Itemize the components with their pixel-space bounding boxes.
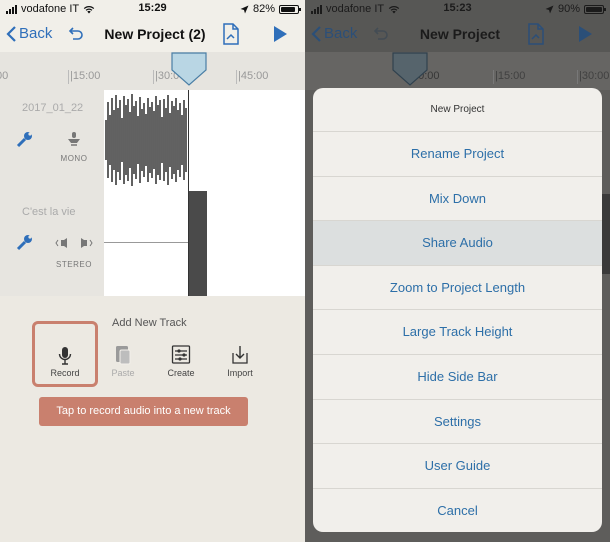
add-track-panel: Add New Track Record Paste Create Import… [0,296,305,542]
settings-button[interactable]: Settings [313,400,602,445]
project-title: New Project (2) [104,26,206,42]
track-name: C'est la vie [22,206,76,218]
battery-icon [279,4,301,14]
waveform-clip[interactable] [104,90,188,190]
stereo-speaker-icon[interactable] [54,237,94,249]
paste-icon [116,346,131,365]
empty-lane-line [104,242,188,243]
ruler-tick: |45:00 [235,70,269,84]
hide-side-bar-button[interactable]: Hide Side Bar [313,355,602,400]
mono-speaker-icon[interactable] [66,131,82,148]
import-label: Import [227,368,253,378]
large-track-height-button[interactable]: Large Track Height [313,310,602,355]
track-name: 2017_01_22 [22,102,84,114]
record-button[interactable]: Record [35,336,95,378]
project-action-sheet: New Project Rename Project Mix Down Shar… [313,88,602,532]
battery-percent: 82% [252,3,275,15]
export-document-icon [223,23,239,45]
back-label: Back [19,25,53,42]
track-header-1[interactable]: 2017_01_22 MONO [0,90,104,191]
paste-label: Paste [111,368,135,378]
wrench-icon[interactable] [16,130,34,148]
user-guide-button[interactable]: User Guide [313,444,602,489]
create-icon [171,345,191,364]
track-area: 2017_01_22 MONO C'est la vie STEREO [0,90,305,296]
mic-icon [58,347,72,365]
status-bar: vodafone IT 15:29 82% [0,0,305,18]
play-button[interactable] [274,26,287,42]
right-screen: vodafone IT 15:23 90% Back New Project 0… [305,0,610,542]
undo-icon [68,27,83,40]
mix-down-button[interactable]: Mix Down [313,177,602,222]
ruler-tick: |15:00 [67,70,101,84]
chevron-left-icon [6,25,16,42]
ruler-tick: 00 [0,70,8,82]
zoom-to-project-length-button[interactable]: Zoom to Project Length [313,266,602,311]
rename-project-button[interactable]: Rename Project [313,132,602,177]
back-button[interactable]: Back [6,25,52,42]
cancel-button[interactable]: Cancel [313,489,602,532]
track-mode: MONO [60,154,88,163]
battery-fill [281,6,295,12]
undo-button[interactable] [68,25,84,46]
create-label: Create [167,368,195,378]
playhead-line [188,90,189,296]
track-mode: STEREO [56,260,92,269]
add-track-title: Add New Track [112,317,187,329]
timeline-ruler[interactable]: 00 |15:00 |30:00 |45:00 [0,52,305,90]
export-button[interactable] [222,23,240,50]
record-tooltip: Tap to record audio into a new track [39,397,248,426]
record-label: Record [50,368,80,378]
track-header-2[interactable]: C'est la vie STEREO [0,191,104,296]
paste-button[interactable]: Paste [93,336,153,378]
sheet-title: New Project [313,88,602,132]
status-right: 82% [240,3,301,15]
location-arrow-icon [240,5,249,13]
playhead-handle[interactable] [171,52,207,86]
wrench-icon[interactable] [16,233,34,251]
audio-clip-2[interactable] [189,191,207,296]
left-screen: vodafone IT 15:29 82% Back New Project (… [0,0,305,542]
share-audio-button[interactable]: Share Audio [313,221,602,266]
import-icon [232,346,248,364]
import-button[interactable]: Import [210,336,270,378]
nav-bar: Back New Project (2) [0,18,305,52]
create-button[interactable]: Create [151,336,211,378]
